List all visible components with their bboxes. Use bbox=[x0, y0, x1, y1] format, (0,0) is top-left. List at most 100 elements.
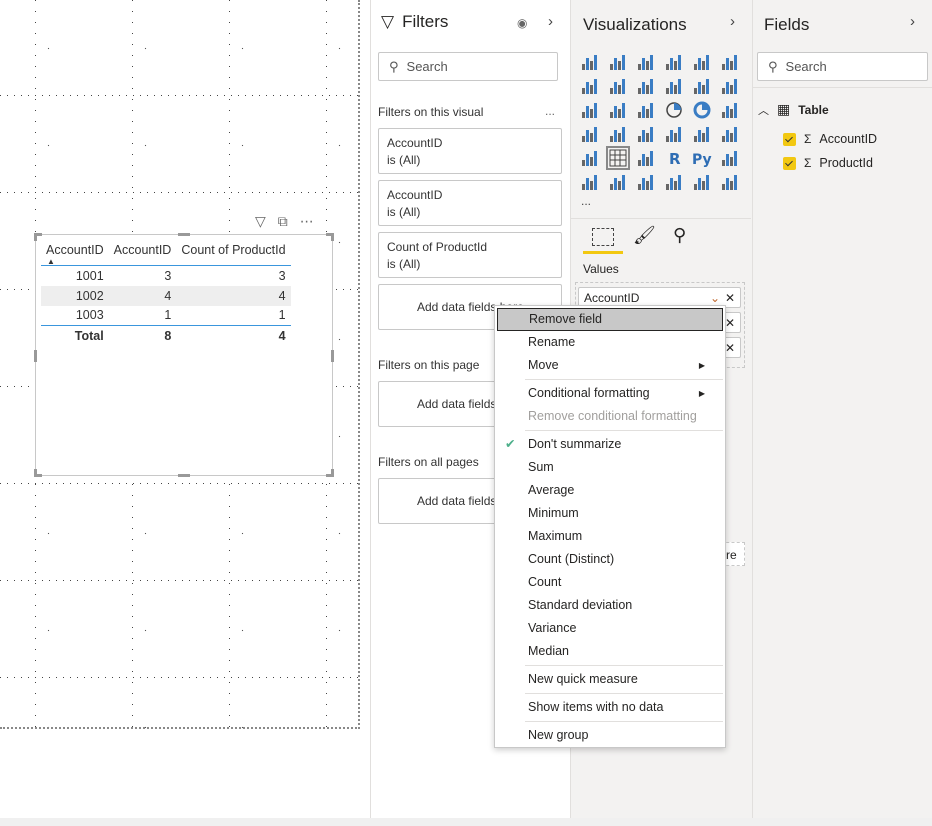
column-header[interactable]: Count of ProductId bbox=[176, 239, 291, 266]
donut-icon[interactable] bbox=[692, 100, 712, 120]
chevron-up-icon[interactable]: ︿ bbox=[758, 102, 769, 118]
table-icon[interactable] bbox=[606, 146, 630, 170]
eye-icon[interactable]: ◉ bbox=[517, 16, 527, 30]
field-item[interactable]: Σ ProductId bbox=[783, 156, 873, 170]
sigma-icon: Σ bbox=[804, 156, 812, 170]
fields-pane bbox=[752, 0, 932, 818]
checkbox[interactable] bbox=[783, 156, 796, 170]
search-icon: ⚲ bbox=[768, 58, 778, 74]
horizontal-scrollbar[interactable] bbox=[0, 818, 932, 826]
fields-search-input[interactable]: ⚲ Search bbox=[757, 52, 928, 81]
total-row: Total 8 4 bbox=[41, 325, 291, 346]
collapse-fields-icon[interactable]: › bbox=[910, 13, 915, 30]
focus-mode-icon[interactable]: ⧉ bbox=[278, 213, 288, 230]
menu-item-remove-field[interactable]: Remove field bbox=[497, 308, 723, 331]
collapse-filters-icon[interactable]: › bbox=[548, 13, 553, 30]
filters-on-page-label: Filters on this page bbox=[378, 358, 480, 372]
stacked-column-icon[interactable] bbox=[608, 52, 628, 72]
table-visual[interactable]: AccountID ▲ AccountID Count of ProductId … bbox=[34, 233, 334, 477]
r-visual-icon[interactable]: R bbox=[664, 148, 684, 168]
menu-item-new-group[interactable]: New group bbox=[495, 724, 725, 747]
values-label: Values bbox=[583, 262, 619, 276]
menu-item-rename[interactable]: Rename bbox=[495, 331, 725, 354]
menu-item-conditional-formatting[interactable]: Conditional formatting ▶ bbox=[495, 382, 725, 405]
menu-item-maximum[interactable]: Maximum bbox=[495, 525, 725, 548]
gauge-icon[interactable] bbox=[636, 124, 656, 144]
filter-card[interactable]: Count of ProductId is (All) bbox=[378, 232, 562, 278]
table-row: 1003 1 1 bbox=[75, 308, 286, 323]
filter-icon: ▽ bbox=[381, 12, 395, 31]
format-paintroller-icon[interactable]: 🖌 bbox=[633, 225, 656, 246]
decomposition-tree-icon[interactable] bbox=[580, 172, 600, 192]
data-table: AccountID ▲ AccountID Count of ProductId … bbox=[41, 239, 291, 346]
card-icon[interactable] bbox=[664, 124, 684, 144]
column-header[interactable]: AccountID bbox=[108, 239, 177, 266]
remove-icon: ✕ bbox=[724, 291, 735, 305]
visual-header: ▽ ⧉ ⋯ bbox=[255, 213, 314, 230]
remove-icon: ✕ bbox=[724, 316, 735, 330]
filter-icon[interactable]: ▽ bbox=[255, 213, 266, 230]
filters-title: Filters bbox=[402, 12, 449, 31]
menu-item-move[interactable]: Move ▶ bbox=[495, 354, 725, 377]
slicer-icon[interactable] bbox=[580, 148, 600, 168]
stacked-area-icon[interactable] bbox=[636, 76, 656, 96]
waterfall-icon[interactable] bbox=[580, 100, 600, 120]
analytics-magnifier-icon[interactable]: ⚲ bbox=[673, 225, 686, 246]
filled-map-icon[interactable] bbox=[608, 124, 628, 144]
qa-icon[interactable] bbox=[608, 172, 628, 192]
filter-card[interactable]: AccountID is (All) bbox=[378, 128, 562, 174]
menu-item-average[interactable]: Average bbox=[495, 479, 725, 502]
menu-item-show-items-no-data[interactable]: Show items with no data bbox=[495, 696, 725, 719]
column-header[interactable]: AccountID ▲ bbox=[41, 239, 109, 266]
table-node[interactable]: ︿ ▦ Table bbox=[758, 101, 829, 118]
funnel-icon[interactable] bbox=[608, 100, 628, 120]
menu-item-sum[interactable]: Sum bbox=[495, 456, 725, 479]
menu-item-dont-summarize[interactable]: ✔ Don't summarize bbox=[495, 433, 725, 456]
more-options-icon[interactable]: ... bbox=[545, 104, 555, 118]
menu-item-variance[interactable]: Variance bbox=[495, 617, 725, 640]
collapse-visualizations-icon[interactable]: › bbox=[730, 13, 735, 30]
power-apps-icon[interactable] bbox=[692, 172, 712, 192]
svg-text:Py: Py bbox=[692, 152, 712, 168]
pie-icon[interactable] bbox=[664, 100, 684, 120]
menu-item-count-distinct[interactable]: Count (Distinct) bbox=[495, 548, 725, 571]
menu-item-new-quick-measure[interactable]: New quick measure bbox=[495, 668, 725, 691]
line-icon[interactable] bbox=[580, 76, 600, 96]
python-visual-icon[interactable]: Py bbox=[692, 148, 712, 168]
more-options-icon[interactable]: ⋯ bbox=[300, 213, 314, 230]
filters-search-input[interactable]: ⚲ Search bbox=[378, 52, 558, 81]
multi-row-card-icon[interactable] bbox=[692, 124, 712, 144]
table-row: 1002 4 4 bbox=[41, 285, 291, 306]
area-icon[interactable] bbox=[608, 76, 628, 96]
stacked-bar-icon[interactable] bbox=[580, 52, 600, 72]
ribbon-icon[interactable] bbox=[720, 76, 740, 96]
table-icon: ▦ bbox=[777, 101, 791, 117]
100-bar-icon[interactable] bbox=[692, 52, 712, 72]
clustered-column-icon[interactable] bbox=[664, 52, 684, 72]
field-item[interactable]: Σ AccountID bbox=[783, 132, 877, 146]
key-influencers-icon[interactable] bbox=[720, 148, 740, 168]
scatter-icon[interactable] bbox=[636, 100, 656, 120]
menu-item-count[interactable]: Count bbox=[495, 571, 725, 594]
line-column-icon[interactable] bbox=[664, 76, 684, 96]
menu-item-minimum[interactable]: Minimum bbox=[495, 502, 725, 525]
fields-tab-icon[interactable] bbox=[592, 228, 614, 246]
line-clustered-column-icon[interactable] bbox=[692, 76, 712, 96]
clustered-bar-icon[interactable] bbox=[636, 52, 656, 72]
menu-item-median[interactable]: Median bbox=[495, 640, 725, 663]
map-icon[interactable] bbox=[580, 124, 600, 144]
visualizations-title: Visualizations bbox=[583, 15, 687, 34]
filter-card[interactable]: AccountID is (All) bbox=[378, 180, 562, 226]
arcgis-icon[interactable] bbox=[664, 172, 684, 192]
sort-ascending-icon: ▲ bbox=[47, 257, 55, 266]
filters-on-visual-label: Filters on this visual bbox=[378, 105, 484, 119]
treemap-icon[interactable] bbox=[720, 100, 740, 120]
100-column-icon[interactable] bbox=[720, 52, 740, 72]
checkbox[interactable] bbox=[783, 132, 796, 146]
smart-narrative-icon[interactable] bbox=[636, 172, 656, 192]
kpi-icon[interactable] bbox=[720, 124, 740, 144]
menu-item-standard-deviation[interactable]: Standard deviation bbox=[495, 594, 725, 617]
power-automate-icon[interactable] bbox=[720, 172, 740, 192]
more-visuals-icon[interactable]: ... bbox=[581, 194, 591, 208]
matrix-icon[interactable] bbox=[636, 148, 656, 168]
